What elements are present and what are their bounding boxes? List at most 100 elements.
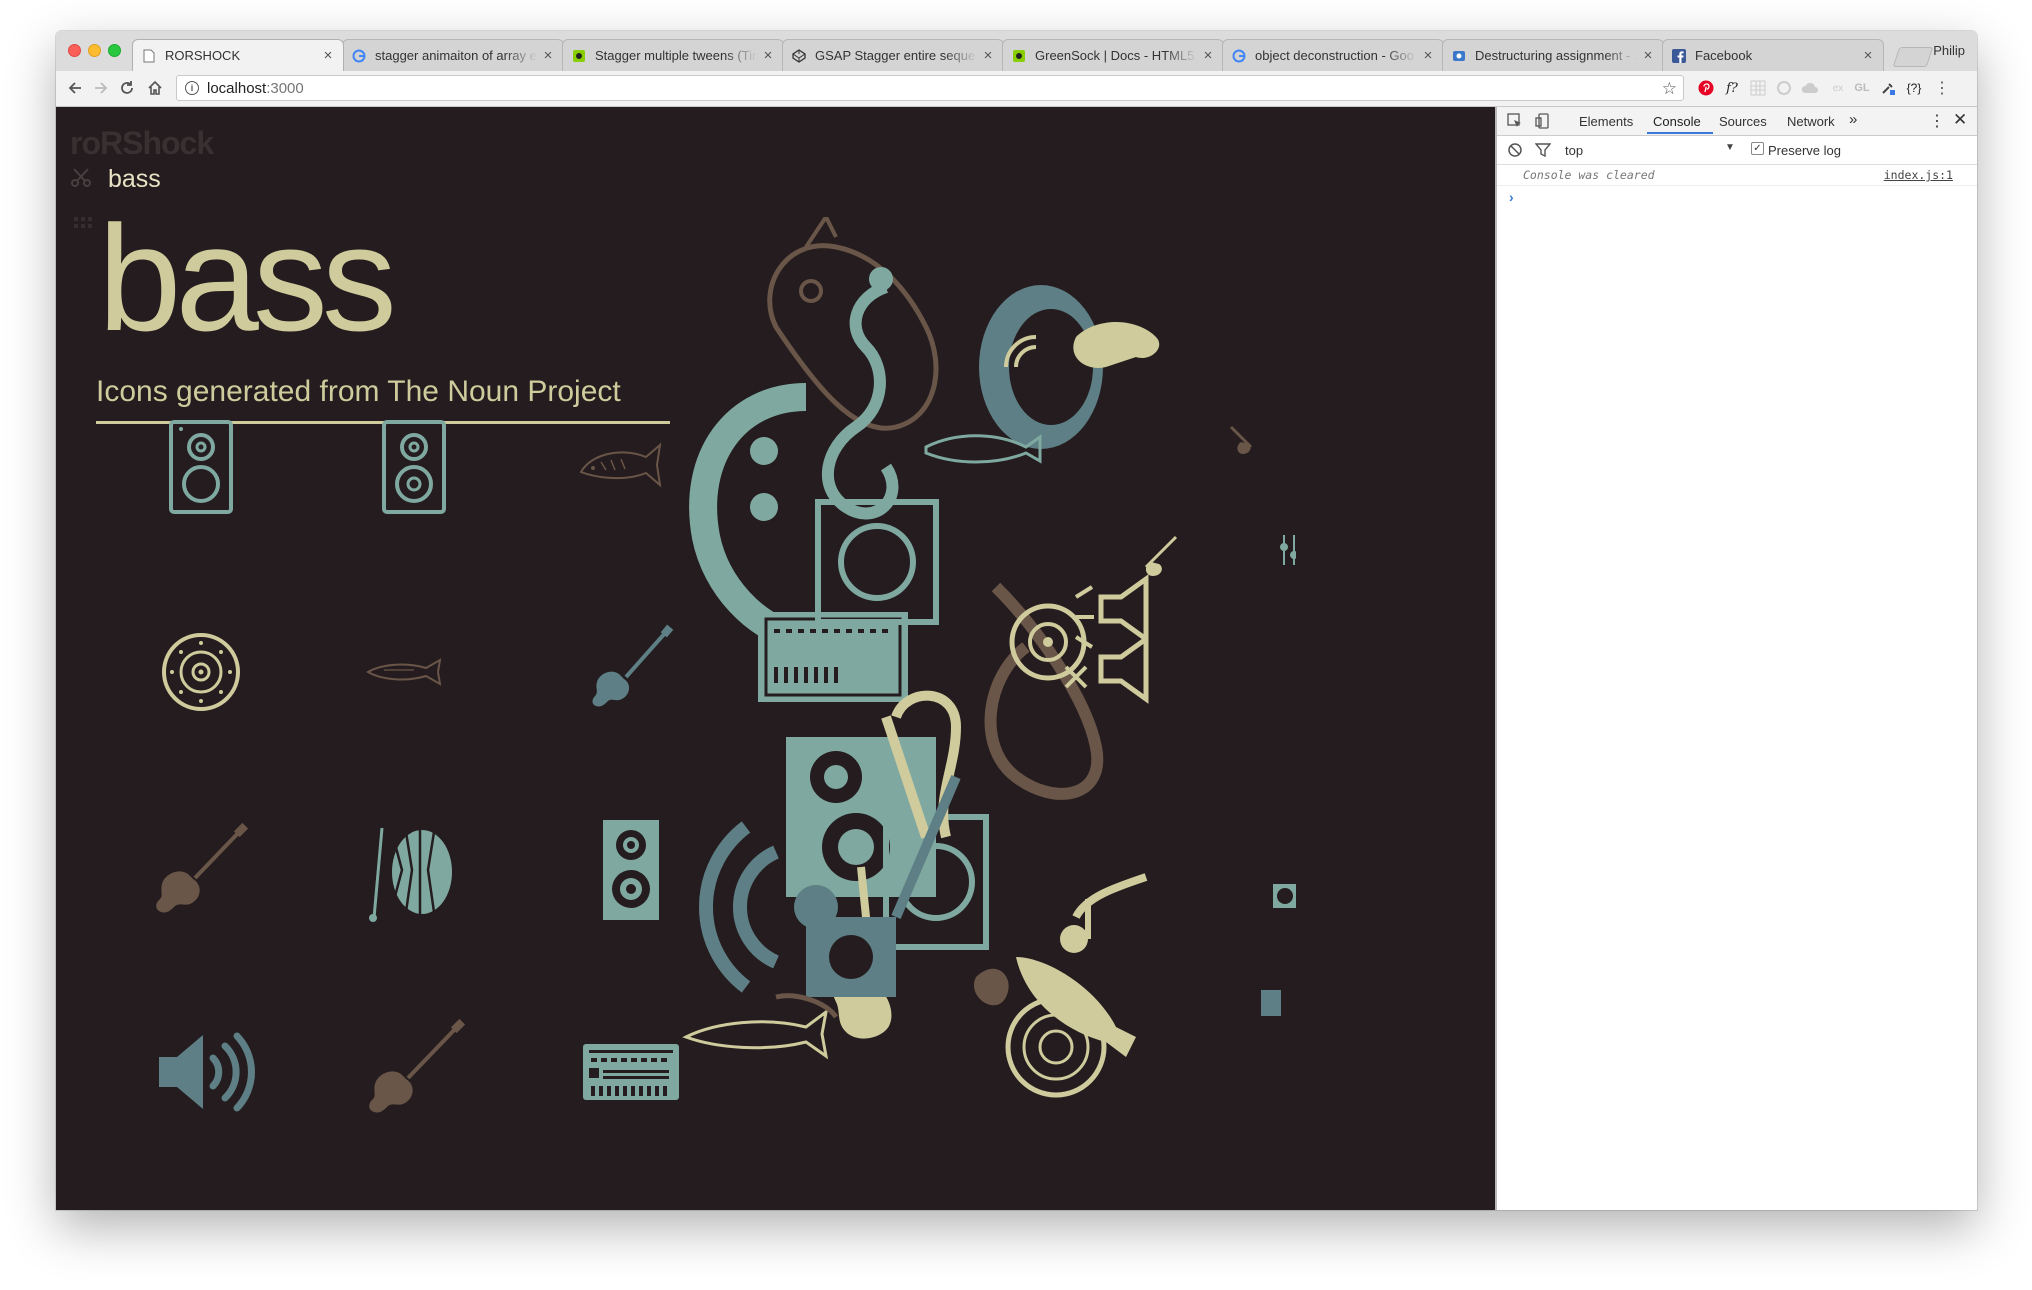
devtools-tab-console[interactable]: Console bbox=[1653, 114, 1701, 129]
category-nav-label[interactable]: bass bbox=[108, 165, 161, 194]
google-icon bbox=[351, 48, 367, 64]
reload-button[interactable] bbox=[116, 77, 138, 99]
close-tab-icon[interactable]: × bbox=[761, 47, 775, 64]
ex-extension-icon[interactable]: ex bbox=[1828, 78, 1848, 98]
active-tab-indicator bbox=[1647, 132, 1713, 134]
facebook-icon bbox=[1671, 48, 1687, 64]
home-icon bbox=[148, 80, 162, 95]
greensock-icon bbox=[1011, 48, 1027, 64]
tab-title: RORSHOCK bbox=[165, 48, 241, 63]
page-viewport: roRShock bass bass Icons generated from … bbox=[56, 107, 1495, 1210]
device-toolbar-icon[interactable] bbox=[1535, 113, 1551, 129]
browser-toolbar: i localhost:3000 ☆ f? ex GL {?} ⋮ bbox=[56, 71, 1977, 107]
devtools-menu-icon[interactable]: ⋮ bbox=[1929, 111, 1945, 131]
console-toolbar: top ▼ ✓ Preserve log bbox=[1497, 136, 1977, 165]
speaker-outline-icon[interactable] bbox=[141, 412, 261, 532]
address-bar[interactable]: i localhost:3000 ☆ bbox=[176, 75, 1684, 101]
browser-window: RORSHOCK × stagger animaiton of array el… bbox=[56, 31, 1977, 1210]
bass-guitar-icon[interactable] bbox=[354, 1012, 474, 1132]
close-window-button[interactable] bbox=[68, 44, 81, 57]
clear-console-icon[interactable] bbox=[1507, 142, 1523, 158]
volume-icon[interactable] bbox=[141, 1012, 261, 1132]
close-tab-icon[interactable]: × bbox=[981, 47, 995, 64]
tab-title: GSAP Stagger entire sequenc bbox=[815, 48, 977, 63]
close-tab-icon[interactable]: × bbox=[541, 47, 555, 64]
console-message-text: Console was cleared bbox=[1523, 168, 1655, 182]
devtools-tab-sources[interactable]: Sources bbox=[1719, 114, 1767, 129]
font-detect-icon[interactable]: f? bbox=[1722, 78, 1742, 98]
tab-strip: RORSHOCK × stagger animaiton of array el… bbox=[56, 31, 1977, 71]
bookmark-star-icon[interactable]: ☆ bbox=[1662, 79, 1677, 99]
back-button[interactable] bbox=[64, 77, 86, 99]
tab-title: Destructuring assignment - J bbox=[1475, 48, 1637, 63]
pinterest-icon[interactable] bbox=[1696, 78, 1716, 98]
mdn-icon bbox=[1451, 48, 1467, 64]
bass-guitar-icon[interactable] bbox=[141, 812, 261, 932]
close-tab-icon[interactable]: × bbox=[321, 47, 335, 64]
devtools-tab-network[interactable]: Network bbox=[1787, 114, 1835, 129]
codepen-icon bbox=[791, 48, 807, 64]
tab-title: Facebook bbox=[1695, 48, 1753, 63]
arrow-right-icon bbox=[95, 82, 108, 94]
close-tab-icon[interactable]: × bbox=[1641, 47, 1655, 64]
eyedropper-icon[interactable] bbox=[1878, 78, 1898, 98]
tab-title: Stagger multiple tweens (Tim bbox=[595, 48, 757, 63]
inspect-element-icon[interactable] bbox=[1507, 113, 1523, 129]
url-host: localhost bbox=[207, 79, 267, 97]
devtools-panel: Elements Console Sources Network » ⋮ ✕ t… bbox=[1495, 107, 1977, 1210]
grid-icon[interactable] bbox=[72, 215, 94, 237]
preserve-log-checkbox[interactable]: ✓ bbox=[1751, 142, 1764, 155]
console-source-link[interactable]: index.js:1 bbox=[1884, 168, 1953, 182]
more-tabs-icon[interactable]: » bbox=[1849, 111, 1857, 128]
tab-title: stagger animaiton of array el bbox=[375, 48, 537, 63]
devtools-tabbar: Elements Console Sources Network » ⋮ ✕ bbox=[1497, 107, 1977, 136]
page-title: bass bbox=[98, 194, 397, 362]
devtools-tab-elements[interactable]: Elements bbox=[1579, 114, 1633, 129]
minimize-window-button[interactable] bbox=[88, 44, 101, 57]
profile-button[interactable]: Philip bbox=[1933, 43, 1965, 58]
close-tab-icon[interactable]: × bbox=[1201, 47, 1215, 64]
filter-icon[interactable] bbox=[1535, 142, 1551, 158]
preserve-log-label: Preserve log bbox=[1768, 143, 1841, 158]
arrow-left-icon bbox=[68, 82, 81, 94]
tab-stagger-animation[interactable]: stagger animaiton of array el × bbox=[342, 39, 564, 71]
tab-gsap-stagger[interactable]: GSAP Stagger entire sequenc × bbox=[782, 39, 1004, 71]
speaker-outline-icon[interactable] bbox=[354, 412, 474, 532]
zoom-window-button[interactable] bbox=[108, 44, 121, 57]
scissors-icon[interactable] bbox=[70, 167, 92, 189]
json-formatter-icon[interactable]: {?} bbox=[1904, 78, 1924, 98]
icon-collage-artwork bbox=[682, 217, 1296, 1098]
cloud-extension-icon[interactable] bbox=[1800, 78, 1820, 98]
chevron-down-icon[interactable]: ▼ bbox=[1725, 142, 1735, 153]
site-logo[interactable]: roRShock bbox=[70, 125, 214, 162]
forward-button[interactable] bbox=[90, 77, 112, 99]
grid-extension-icon[interactable] bbox=[1748, 78, 1768, 98]
reload-icon bbox=[121, 81, 133, 94]
close-devtools-icon[interactable]: ✕ bbox=[1953, 110, 1967, 130]
tab-stagger-multiple-tweens[interactable]: Stagger multiple tweens (Tim × bbox=[562, 39, 784, 71]
tab-greensock-docs[interactable]: GreenSock | Docs - HTML5 / × bbox=[1002, 39, 1224, 71]
tab-destructuring-assignment[interactable]: Destructuring assignment - J × bbox=[1442, 39, 1664, 71]
tab-object-deconstruction[interactable]: object deconstruction - Goo × bbox=[1222, 39, 1444, 71]
tab-facebook[interactable]: Facebook × bbox=[1662, 39, 1884, 71]
home-button[interactable] bbox=[144, 77, 166, 99]
context-selector[interactable]: top bbox=[1565, 143, 1583, 158]
tab-title: GreenSock | Docs - HTML5 / bbox=[1035, 48, 1197, 63]
console-prompt[interactable]: › bbox=[1509, 189, 1514, 205]
fish-icon[interactable] bbox=[354, 612, 474, 732]
close-tab-icon[interactable]: × bbox=[1421, 47, 1435, 64]
drum-icon[interactable] bbox=[354, 812, 474, 932]
page-icon bbox=[141, 48, 157, 64]
close-tab-icon[interactable]: × bbox=[1861, 47, 1875, 64]
console-message: Console was cleared index.js:1 bbox=[1497, 165, 1977, 186]
tab-title: object deconstruction - Goo bbox=[1255, 48, 1414, 63]
greensock-icon bbox=[571, 48, 587, 64]
gl-extension-icon[interactable]: GL bbox=[1852, 78, 1872, 98]
tab-rorshock[interactable]: RORSHOCK × bbox=[132, 39, 344, 71]
info-icon[interactable]: i bbox=[185, 81, 199, 95]
subwoofer-icon[interactable] bbox=[141, 612, 261, 732]
new-tab-button[interactable] bbox=[1892, 47, 1934, 67]
page-subtitle: Icons generated from The Noun Project bbox=[96, 375, 621, 408]
circle-extension-icon[interactable] bbox=[1774, 78, 1794, 98]
menu-kebab-icon[interactable]: ⋮ bbox=[1932, 78, 1952, 98]
